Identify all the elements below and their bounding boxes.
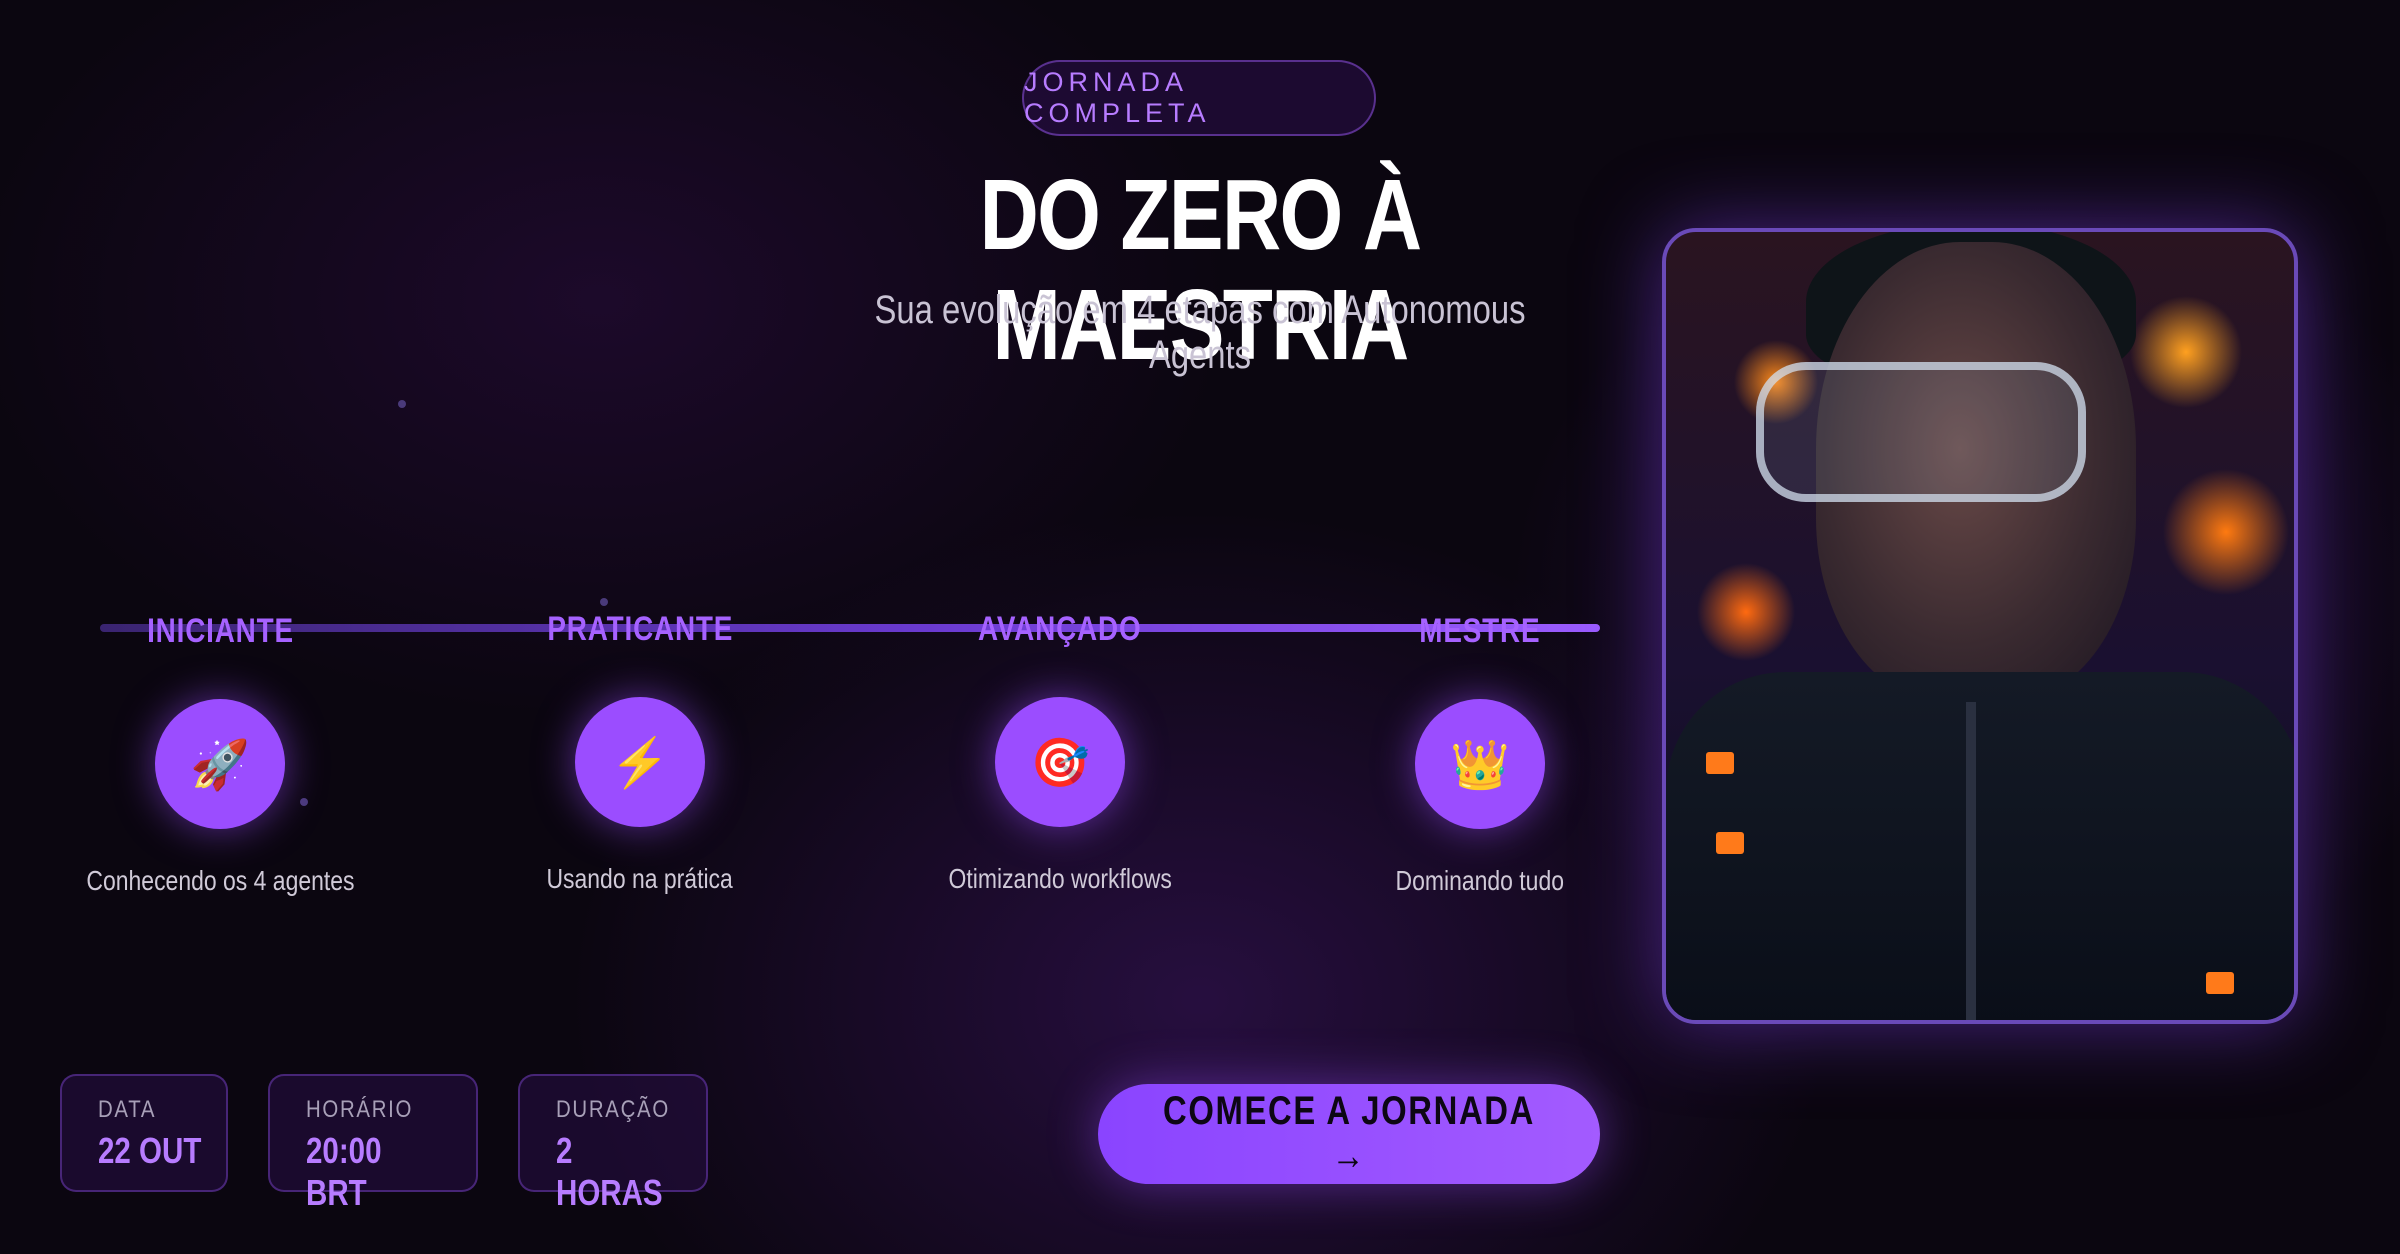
photo-zipper (1966, 702, 1976, 1020)
duration-value: 2 HORAS (556, 1130, 663, 1213)
journey-badge: JORNADA COMPLETA (1022, 60, 1376, 136)
stage-label: AVANÇADO (978, 610, 1142, 648)
stage-description: Otimizando workflows (948, 863, 1172, 894)
stage-label: MESTRE (1419, 612, 1541, 650)
time-value: 20:00 BRT (306, 1130, 382, 1213)
lightning-icon: ⚡ (575, 697, 705, 827)
stage-description: Dominando tudo (1395, 865, 1565, 896)
stage-praticante: PRATICANTE ⚡ Usando na prática (460, 610, 820, 895)
stage-description: Conhecendo os 4 agentes (85, 865, 355, 896)
hero-photo (1662, 228, 2298, 1024)
rocket-icon: 🚀 (155, 699, 285, 829)
stage-avancado: AVANÇADO 🎯 Otimizando workflows (880, 610, 1240, 895)
stage-iniciante: INICIANTE 🚀 Conhecendo os 4 agentes (40, 612, 400, 897)
date-value: 22 OUT (98, 1130, 202, 1171)
jacket-patch (1706, 752, 1734, 774)
stage-label: PRATICANTE (547, 610, 733, 648)
date-box: DATA 22 OUT (60, 1074, 228, 1192)
decorative-dot (398, 400, 406, 408)
date-label: DATA (98, 1096, 157, 1123)
stage-description: Usando na prática (546, 863, 734, 894)
page-subtitle: Sua evolução em 4 etapas com Autonomous … (874, 288, 1526, 377)
stage-mestre: MESTRE 👑 Dominando tudo (1300, 612, 1660, 897)
stage-label: INICIANTE (146, 612, 294, 650)
time-label: HORÁRIO (306, 1096, 414, 1123)
start-journey-button[interactable]: COMECE A JORNADA → (1098, 1084, 1600, 1184)
target-icon: 🎯 (995, 697, 1125, 827)
jacket-patch (1716, 832, 1744, 854)
decorative-dot (600, 598, 608, 606)
photo-jacket (1666, 672, 2294, 1020)
time-box: HORÁRIO 20:00 BRT (268, 1074, 478, 1213)
jacket-patch (2206, 972, 2234, 994)
duration-box: DURAÇÃO 2 HORAS (518, 1074, 708, 1213)
duration-label: DURAÇÃO (556, 1096, 670, 1123)
start-journey-label: COMECE A JORNADA → (1163, 1089, 1535, 1178)
goggles-shape (1756, 362, 2086, 502)
crown-icon: 👑 (1415, 699, 1545, 829)
